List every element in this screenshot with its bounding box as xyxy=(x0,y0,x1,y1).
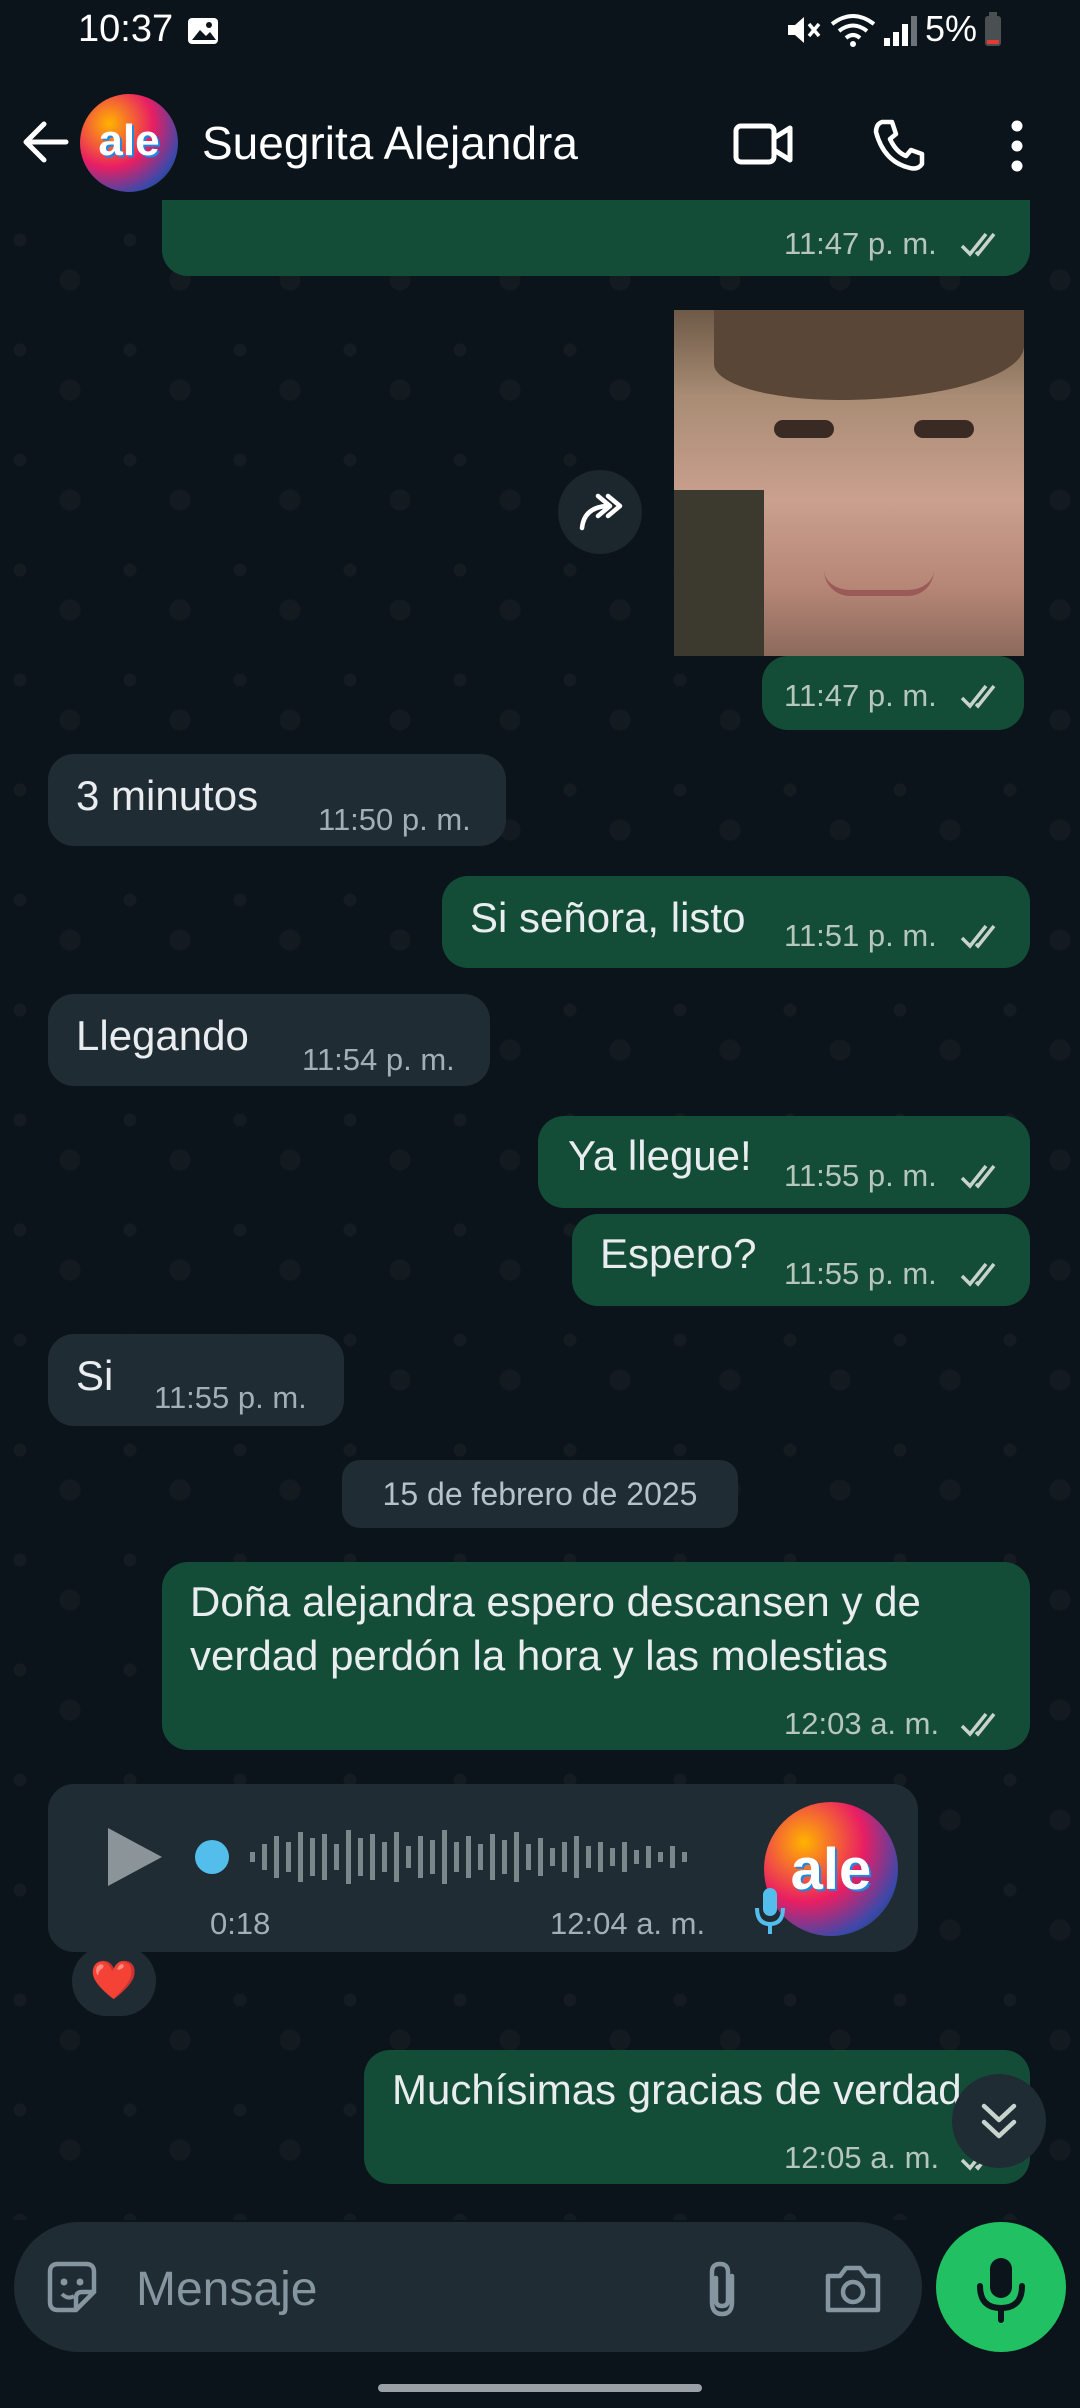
message-text-line1: Doña alejandra espero descansen y de xyxy=(190,1578,921,1625)
scroll-to-bottom-button[interactable] xyxy=(952,2074,1046,2168)
back-arrow-icon[interactable] xyxy=(20,116,72,168)
camera-icon[interactable] xyxy=(822,2262,884,2316)
read-receipt-icon xyxy=(960,1262,996,1287)
voice-record-button[interactable] xyxy=(936,2222,1066,2352)
reaction-heart[interactable]: ❤️ xyxy=(72,1946,156,2016)
message-text: Espero? xyxy=(600,1230,757,1277)
gallery-notification-icon xyxy=(188,18,218,44)
read-receipt-icon xyxy=(960,684,996,709)
read-receipt-icon xyxy=(960,924,996,949)
read-receipt-icon xyxy=(960,232,996,257)
audio-waveform[interactable] xyxy=(190,1822,710,1892)
message-text: 3 minutos xyxy=(76,772,259,819)
message-time: 11:47 p. m. xyxy=(784,678,937,713)
battery-icon xyxy=(985,12,1001,46)
message-time: 11:54 p. m. xyxy=(302,1042,455,1077)
message-time: 11:51 p. m. xyxy=(784,918,937,953)
message-text: Llegando xyxy=(76,1012,249,1059)
attach-icon[interactable] xyxy=(698,2258,748,2320)
message-time: 11:55 p. m. xyxy=(154,1380,307,1415)
contact-avatar[interactable]: ale xyxy=(80,94,178,192)
message-text: Muchísimas gracias de verdad xyxy=(392,2066,962,2113)
wifi-icon xyxy=(830,14,876,47)
mute-icon xyxy=(788,17,821,43)
forward-button[interactable] xyxy=(558,470,642,554)
date-divider: 15 de febrero de 2025 xyxy=(342,1460,738,1528)
message-time: 12:03 a. m. xyxy=(784,1706,940,1741)
contact-name[interactable]: Suegrita Alejandra xyxy=(202,116,578,170)
message-time: 11:47 p. m. xyxy=(784,226,937,261)
avatar-text: ale xyxy=(98,116,160,165)
double-chevron-down-icon xyxy=(981,2103,1017,2139)
sticker-icon[interactable] xyxy=(42,2258,102,2318)
read-receipt-icon xyxy=(960,1712,996,1737)
message-time: 12:05 a. m. xyxy=(784,2140,940,2175)
message-time: 12:04 a. m. xyxy=(550,1906,706,1941)
message-text: Ya llegue! xyxy=(568,1132,752,1179)
status-time: 10:37 xyxy=(78,8,174,50)
microphone-icon xyxy=(977,2258,1025,2323)
microphone-icon xyxy=(755,1888,785,1934)
message-time: 11:55 p. m. xyxy=(784,1158,937,1193)
video-call-icon[interactable] xyxy=(732,120,796,168)
message-time: 11:55 p. m. xyxy=(784,1256,937,1291)
message-time: 11:50 p. m. xyxy=(318,802,471,837)
voice-duration: 0:18 xyxy=(210,1906,271,1941)
message-text: Si señora, listo xyxy=(470,894,746,941)
more-options-icon[interactable] xyxy=(1002,118,1032,174)
photo-message[interactable] xyxy=(674,310,1024,656)
message-text-line2: verdad perdón la hora y las molestias xyxy=(190,1632,889,1679)
read-receipt-icon xyxy=(960,1164,996,1189)
message-input[interactable]: Mensaje xyxy=(136,2262,317,2317)
forward-icon xyxy=(579,493,623,531)
battery-percent: 5% xyxy=(925,8,978,49)
message-text: Si xyxy=(76,1352,114,1399)
gesture-navigation-bar[interactable] xyxy=(378,2384,702,2392)
play-icon[interactable] xyxy=(100,1822,170,1892)
voice-call-icon[interactable] xyxy=(870,116,928,174)
signal-icon xyxy=(884,16,917,46)
